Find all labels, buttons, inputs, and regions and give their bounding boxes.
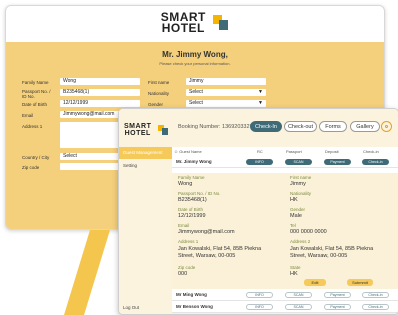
detail-zip-label: Zip code — [178, 265, 196, 270]
gender-select[interactable]: Select ▼ — [186, 100, 266, 107]
detail-family-name: Wong — [178, 181, 193, 187]
form-subtitle: Please check your personal information. — [159, 61, 231, 66]
check-in-row-button[interactable]: Check-in — [362, 159, 389, 165]
chevron-down-icon: ▼ — [258, 100, 263, 106]
address1-input[interactable] — [60, 122, 120, 148]
detail-tel-label: Tel — [290, 223, 296, 228]
detail-first-name: Jimmy — [290, 181, 306, 187]
detail-state: HK — [290, 271, 298, 277]
detail-address2-line1: Jan Kowalski, Flat 54, 85B Piekna — [290, 246, 374, 252]
edit-button[interactable]: Edit — [304, 279, 326, 286]
logout-link[interactable]: Log Out — [123, 305, 139, 310]
guest-icon: ☺ — [174, 149, 179, 154]
sidebar-item-guest-management[interactable]: Guest Management — [119, 147, 172, 159]
col-passport: Passport — [286, 149, 302, 154]
detail-email: Jimmywong@mail.com — [178, 229, 235, 235]
management-app-screen: SMART HOTEL Guest Management Setting Log … — [118, 108, 398, 315]
info-button[interactable]: INFO — [246, 159, 273, 165]
col-deposit: Deposit — [325, 149, 339, 154]
first-name-input[interactable]: Jimmy — [186, 78, 266, 85]
col-check-in: Check-in — [363, 149, 379, 154]
detail-gender-label: Gender — [290, 207, 306, 212]
address1-label: Address 1 — [22, 124, 43, 129]
passport-label: Passport No. / ID No. — [22, 89, 51, 99]
detail-dob: 12/12/1999 — [178, 213, 206, 219]
detail-address2-label: Address 2 — [290, 239, 311, 244]
first-name-label: First name — [148, 80, 170, 85]
guest-name: Mr Ming Wong — [176, 292, 207, 297]
detail-nationality: HK — [290, 197, 298, 203]
family-name-label: Family Name — [22, 80, 49, 85]
detail-gender: Male — [290, 213, 302, 219]
nationality-value: Select — [189, 89, 203, 95]
settings-gear-icon[interactable] — [381, 121, 392, 132]
logo-mark-icon — [157, 124, 168, 135]
app-logo: SMART HOTEL — [124, 121, 168, 139]
guest-name: Mr Benson Wong — [176, 304, 213, 309]
detail-nationality-label: Nationality — [290, 191, 312, 196]
detail-address2-line2: Street, Warsaw, 00-005 — [290, 253, 348, 259]
passport-input[interactable]: B235468(1) — [60, 89, 140, 96]
decorative-slash — [64, 230, 110, 315]
col-guest-name: ☺ Guest Name — [174, 149, 202, 154]
scan-button[interactable]: SCAN — [285, 304, 312, 310]
check-out-button[interactable]: Check-out — [284, 121, 317, 132]
col-rc: RC — [257, 149, 263, 154]
detail-passport: B235468(1) — [178, 197, 207, 203]
check-in-row-button[interactable]: Check-in — [362, 304, 389, 310]
payment-button[interactable]: Payment — [324, 292, 351, 298]
detail-state-label: State — [290, 265, 301, 270]
gallery-button[interactable]: Gallery — [350, 121, 380, 132]
dob-input[interactable]: 12/12/1999 — [60, 100, 140, 107]
booking-number: Booking Number: 1369203327 — [178, 124, 253, 130]
scan-button[interactable]: SCAN — [285, 159, 312, 165]
dob-label: Date of Birth — [22, 102, 48, 107]
sidebar-header: SMART HOTEL — [119, 109, 172, 147]
nationality-select[interactable]: Select ▼ — [186, 89, 266, 96]
table-row[interactable]: Mr. Jimmy Wong INFO SCAN Payment Check-i… — [172, 156, 398, 168]
country-city-value: Select — [63, 153, 77, 159]
detail-email-label: Email — [178, 223, 190, 228]
info-button[interactable]: INFO — [246, 304, 273, 310]
nationality-label: Nationality — [148, 91, 170, 96]
detail-tel: 000 0000 0000 — [290, 229, 327, 235]
sidebar-item-setting[interactable]: Setting — [123, 163, 137, 168]
table-row[interactable]: Mr Ming Wong INFO SCAN Payment Check-in — [172, 289, 398, 301]
gender-value: Select — [189, 100, 203, 106]
chevron-down-icon: ▼ — [258, 89, 263, 95]
detail-first-name-label: First name — [290, 175, 312, 180]
detail-address1-line1: Jan Kowalski, Flat 54, 85B Piekna — [178, 246, 262, 252]
info-button[interactable]: INFO — [246, 292, 273, 298]
email-label: Email — [22, 113, 34, 118]
payment-button[interactable]: Payment — [324, 159, 351, 165]
check-in-row-button[interactable]: Check-in — [362, 292, 389, 298]
detail-address1-label: Address 1 — [178, 239, 199, 244]
family-name-input[interactable]: Wong — [60, 78, 140, 85]
hotel-logo: SMART HOTEL — [6, 11, 384, 34]
zip-input[interactable] — [60, 163, 120, 170]
detail-zip: 000 — [178, 271, 188, 277]
logo-mark-icon — [213, 15, 229, 31]
detail-dob-label: Date of Birth — [178, 207, 204, 212]
scan-button[interactable]: SCAN — [285, 292, 312, 298]
detail-family-name-label: Family Name — [178, 175, 205, 180]
country-city-label: Country / City — [22, 155, 50, 160]
forms-button[interactable]: Forms — [319, 121, 347, 132]
detail-passport-label: Passport No. / ID No. — [178, 191, 221, 196]
detail-address1-line2: Street, Warsaw, 00-005 — [178, 253, 236, 259]
guest-title: Mr. Jimmy Wong, — [162, 50, 228, 59]
gender-label: Gender — [148, 102, 164, 107]
check-in-button[interactable]: Check-In — [250, 121, 282, 132]
payment-button[interactable]: Payment — [324, 304, 351, 310]
zip-label: Zip code — [22, 165, 40, 170]
table-row[interactable]: Mr Benson Wong INFO SCAN Payment Check-i… — [172, 301, 398, 313]
guest-name: Mr. Jimmy Wong — [176, 159, 212, 164]
submit-button[interactable]: Submmit — [347, 279, 373, 286]
country-city-select[interactable]: Select — [60, 153, 120, 160]
